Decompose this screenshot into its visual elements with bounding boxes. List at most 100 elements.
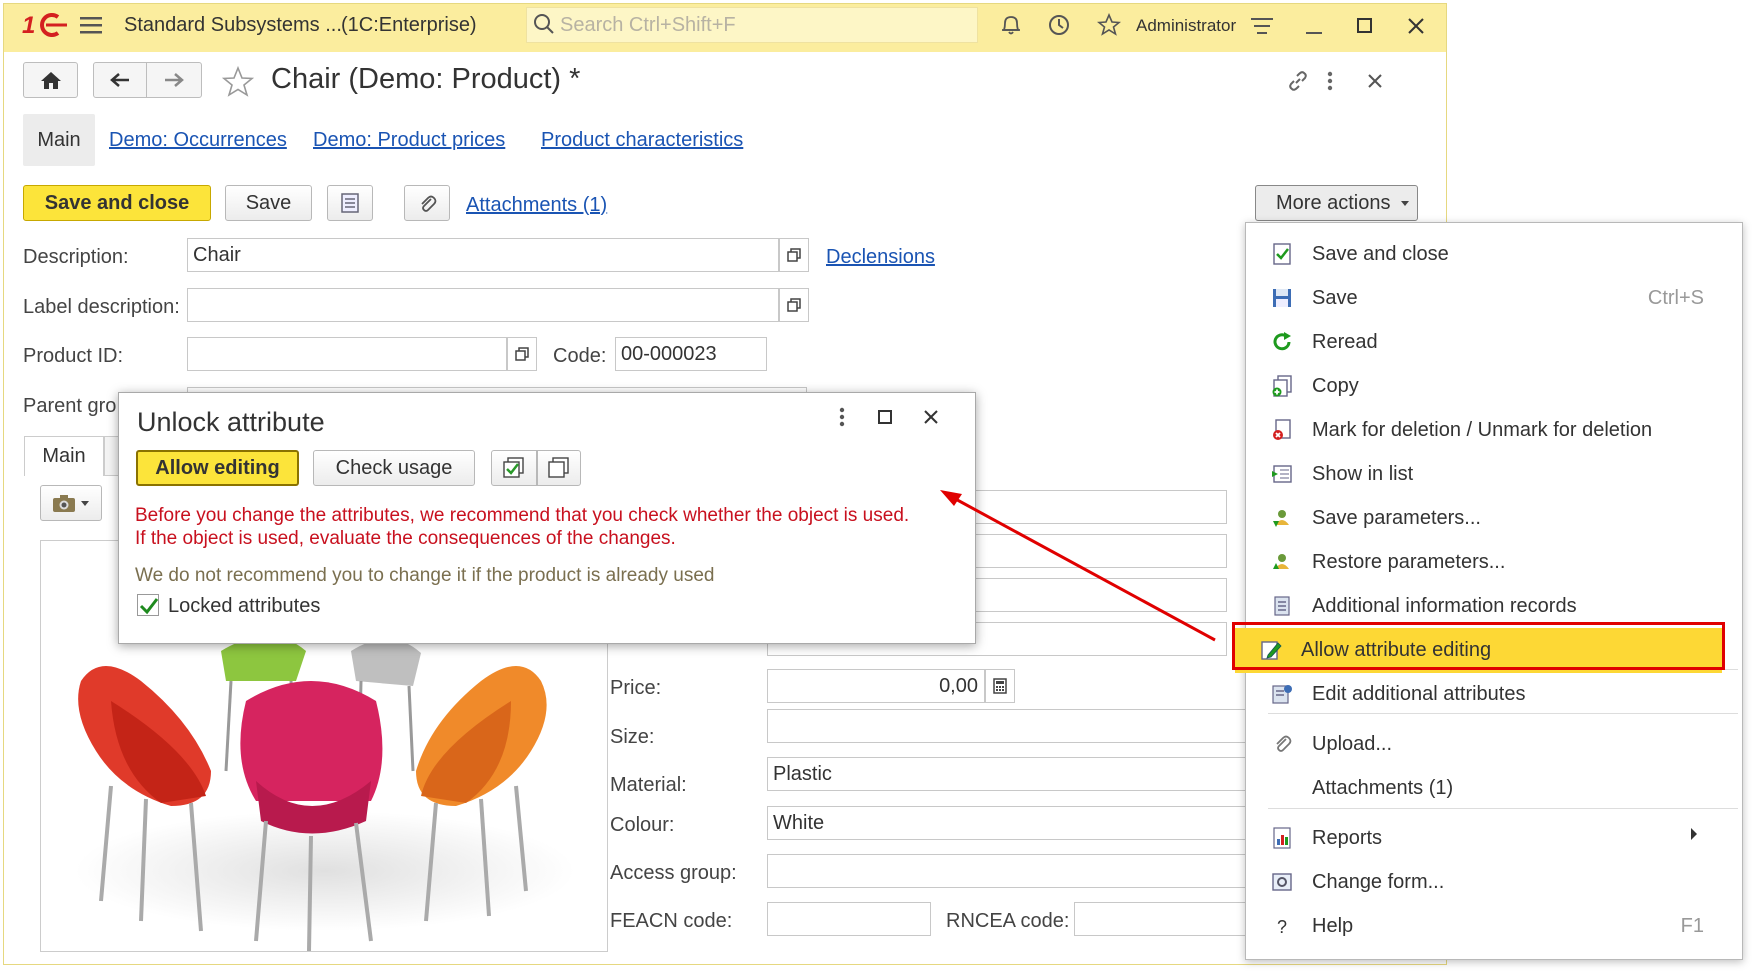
inner-tab-main[interactable]: Main xyxy=(24,436,104,476)
change-form-icon xyxy=(1270,870,1294,894)
tab-demo-product-prices[interactable]: Demo: Product prices xyxy=(313,129,505,152)
history-icon[interactable] xyxy=(1046,12,1072,38)
price-field[interactable]: 0,00 xyxy=(767,669,985,703)
tab-demo-occurrences[interactable]: Demo: Occurrences xyxy=(109,129,287,152)
dialog-close-icon[interactable] xyxy=(918,404,944,430)
user-name[interactable]: Administrator xyxy=(1136,16,1236,36)
menu-item-copy[interactable]: Copy xyxy=(1246,364,1742,409)
menu-item-reports[interactable]: Reports xyxy=(1246,816,1742,861)
attach-button[interactable] xyxy=(404,185,450,221)
close-window-icon[interactable] xyxy=(1404,14,1428,38)
menu-item-label: Copy xyxy=(1312,375,1359,397)
menu-item-save-and-close[interactable]: Save and close xyxy=(1246,232,1742,277)
attachments-link[interactable]: Attachments (1) xyxy=(466,194,607,217)
menu-item-label: Save parameters... xyxy=(1312,507,1481,529)
checkmark-icon xyxy=(139,598,159,615)
product-id-open-button[interactable] xyxy=(507,337,537,371)
hamburger-menu-icon[interactable] xyxy=(78,12,104,38)
tab-main[interactable]: Main xyxy=(23,114,95,166)
menu-separator xyxy=(1268,713,1738,714)
search-icon xyxy=(532,12,556,36)
logo-1c[interactable]: 1 xyxy=(22,12,68,39)
material-field[interactable]: Plastic xyxy=(767,757,1247,791)
code-field[interactable]: 00-000023 xyxy=(615,337,767,371)
menu-item-label: Save xyxy=(1312,287,1358,309)
home-icon xyxy=(40,72,61,89)
uncheck-all-button[interactable] xyxy=(537,450,581,486)
more-actions-label: More actions xyxy=(1276,191,1391,214)
maximize-icon[interactable] xyxy=(1353,14,1377,38)
home-button[interactable] xyxy=(23,62,78,98)
menu-item-attachments-1[interactable]: Attachments (1) xyxy=(1246,766,1742,811)
menu-item-mark-for-deletion-unmark-for-deletion[interactable]: Mark for deletion / Unmark for deletion xyxy=(1246,408,1742,453)
menu-item-label: Show in list xyxy=(1312,463,1414,485)
help-icon: ? xyxy=(1270,914,1294,938)
size-field[interactable] xyxy=(767,709,1247,743)
rncea-code-label: RNCEA code: xyxy=(946,910,1070,932)
menu-item-label: Change form... xyxy=(1312,871,1445,893)
menu-item-allow-attribute-editing[interactable]: Allow attribute editing xyxy=(1235,628,1722,673)
favorites-star-icon[interactable] xyxy=(1096,12,1122,38)
allow-editing-button[interactable]: Allow editing xyxy=(136,450,299,486)
menu-item-help[interactable]: ? Help F1 xyxy=(1246,904,1742,949)
add-to-favorites-star-icon[interactable] xyxy=(220,64,256,100)
link-icon[interactable] xyxy=(1283,66,1313,96)
rncea-code-field[interactable] xyxy=(1074,902,1254,936)
calculator-button[interactable] xyxy=(985,669,1015,703)
functions-menu-icon[interactable] xyxy=(1250,14,1274,38)
menu-item-change-form[interactable]: Change form... xyxy=(1246,860,1742,905)
menu-item-save[interactable]: Save Ctrl+S xyxy=(1246,276,1742,321)
minimize-icon[interactable] xyxy=(1302,14,1326,38)
warning-line-2: If the object is used, evaluate the cons… xyxy=(135,528,676,549)
locked-attributes-checkbox[interactable] xyxy=(137,594,159,616)
feacn-code-field[interactable] xyxy=(767,902,931,936)
refresh-icon xyxy=(1270,330,1294,354)
dialog-title: Unlock attribute xyxy=(137,407,325,437)
description-field[interactable]: Chair xyxy=(187,238,779,272)
check-all-button[interactable] xyxy=(491,450,537,486)
picture-menu-button[interactable] xyxy=(40,485,102,521)
list-doc-icon xyxy=(341,193,359,213)
submenu-arrow-icon xyxy=(1686,824,1702,844)
floppy-icon xyxy=(1270,286,1294,310)
save-and-close-button[interactable]: Save and close xyxy=(23,185,211,221)
feacn-code-label: FEACN code: xyxy=(610,910,733,932)
material-label: Material: xyxy=(610,774,687,796)
menu-item-additional-information-records[interactable]: Additional information records xyxy=(1246,584,1742,629)
access-group-field[interactable] xyxy=(767,854,1247,888)
description-open-button[interactable] xyxy=(779,238,809,272)
save-params-icon xyxy=(1270,506,1294,530)
menu-item-reread[interactable]: Reread xyxy=(1246,320,1742,365)
back-button[interactable] xyxy=(93,62,147,98)
menu-item-show-in-list[interactable]: Show in list xyxy=(1246,452,1742,497)
more-vertical-icon[interactable] xyxy=(1320,66,1340,96)
menu-item-save-parameters[interactable]: Save parameters... xyxy=(1246,496,1742,541)
locked-attributes-label: Locked attributes xyxy=(168,595,321,617)
chevron-down-icon xyxy=(81,501,89,506)
save-button[interactable]: Save xyxy=(225,185,312,221)
more-actions-button[interactable]: More actions xyxy=(1255,185,1418,221)
declensions-link[interactable]: Declensions xyxy=(826,246,935,269)
check-usage-button[interactable]: Check usage xyxy=(313,450,475,486)
colour-field[interactable]: White xyxy=(767,806,1247,840)
warning-line-1: Before you change the attributes, we rec… xyxy=(135,505,910,526)
tab-product-characteristics[interactable]: Product characteristics xyxy=(541,129,743,152)
forward-button[interactable] xyxy=(146,62,202,98)
size-label: Size: xyxy=(610,726,655,748)
bell-icon[interactable] xyxy=(998,12,1024,38)
menu-item-label: Upload... xyxy=(1312,733,1393,755)
label-description-open-button[interactable] xyxy=(779,288,809,322)
dialog-maximize-icon[interactable] xyxy=(872,404,898,430)
menu-item-upload[interactable]: Upload... xyxy=(1246,722,1742,767)
svg-text:1: 1 xyxy=(22,12,35,38)
dialog-more-icon[interactable] xyxy=(832,404,852,430)
menu-item-edit-additional-attributes[interactable]: Edit additional attributes xyxy=(1246,672,1742,717)
report-list-button[interactable] xyxy=(327,185,373,221)
form-title: Chair (Demo: Product) * xyxy=(271,63,581,95)
close-form-icon[interactable] xyxy=(1360,66,1390,96)
menu-item-label: Reports xyxy=(1312,827,1383,849)
menu-item-restore-parameters[interactable]: Restore parameters... xyxy=(1246,540,1742,585)
price-label: Price: xyxy=(610,677,662,699)
product-id-field[interactable] xyxy=(187,337,507,371)
label-description-field[interactable] xyxy=(187,288,779,322)
